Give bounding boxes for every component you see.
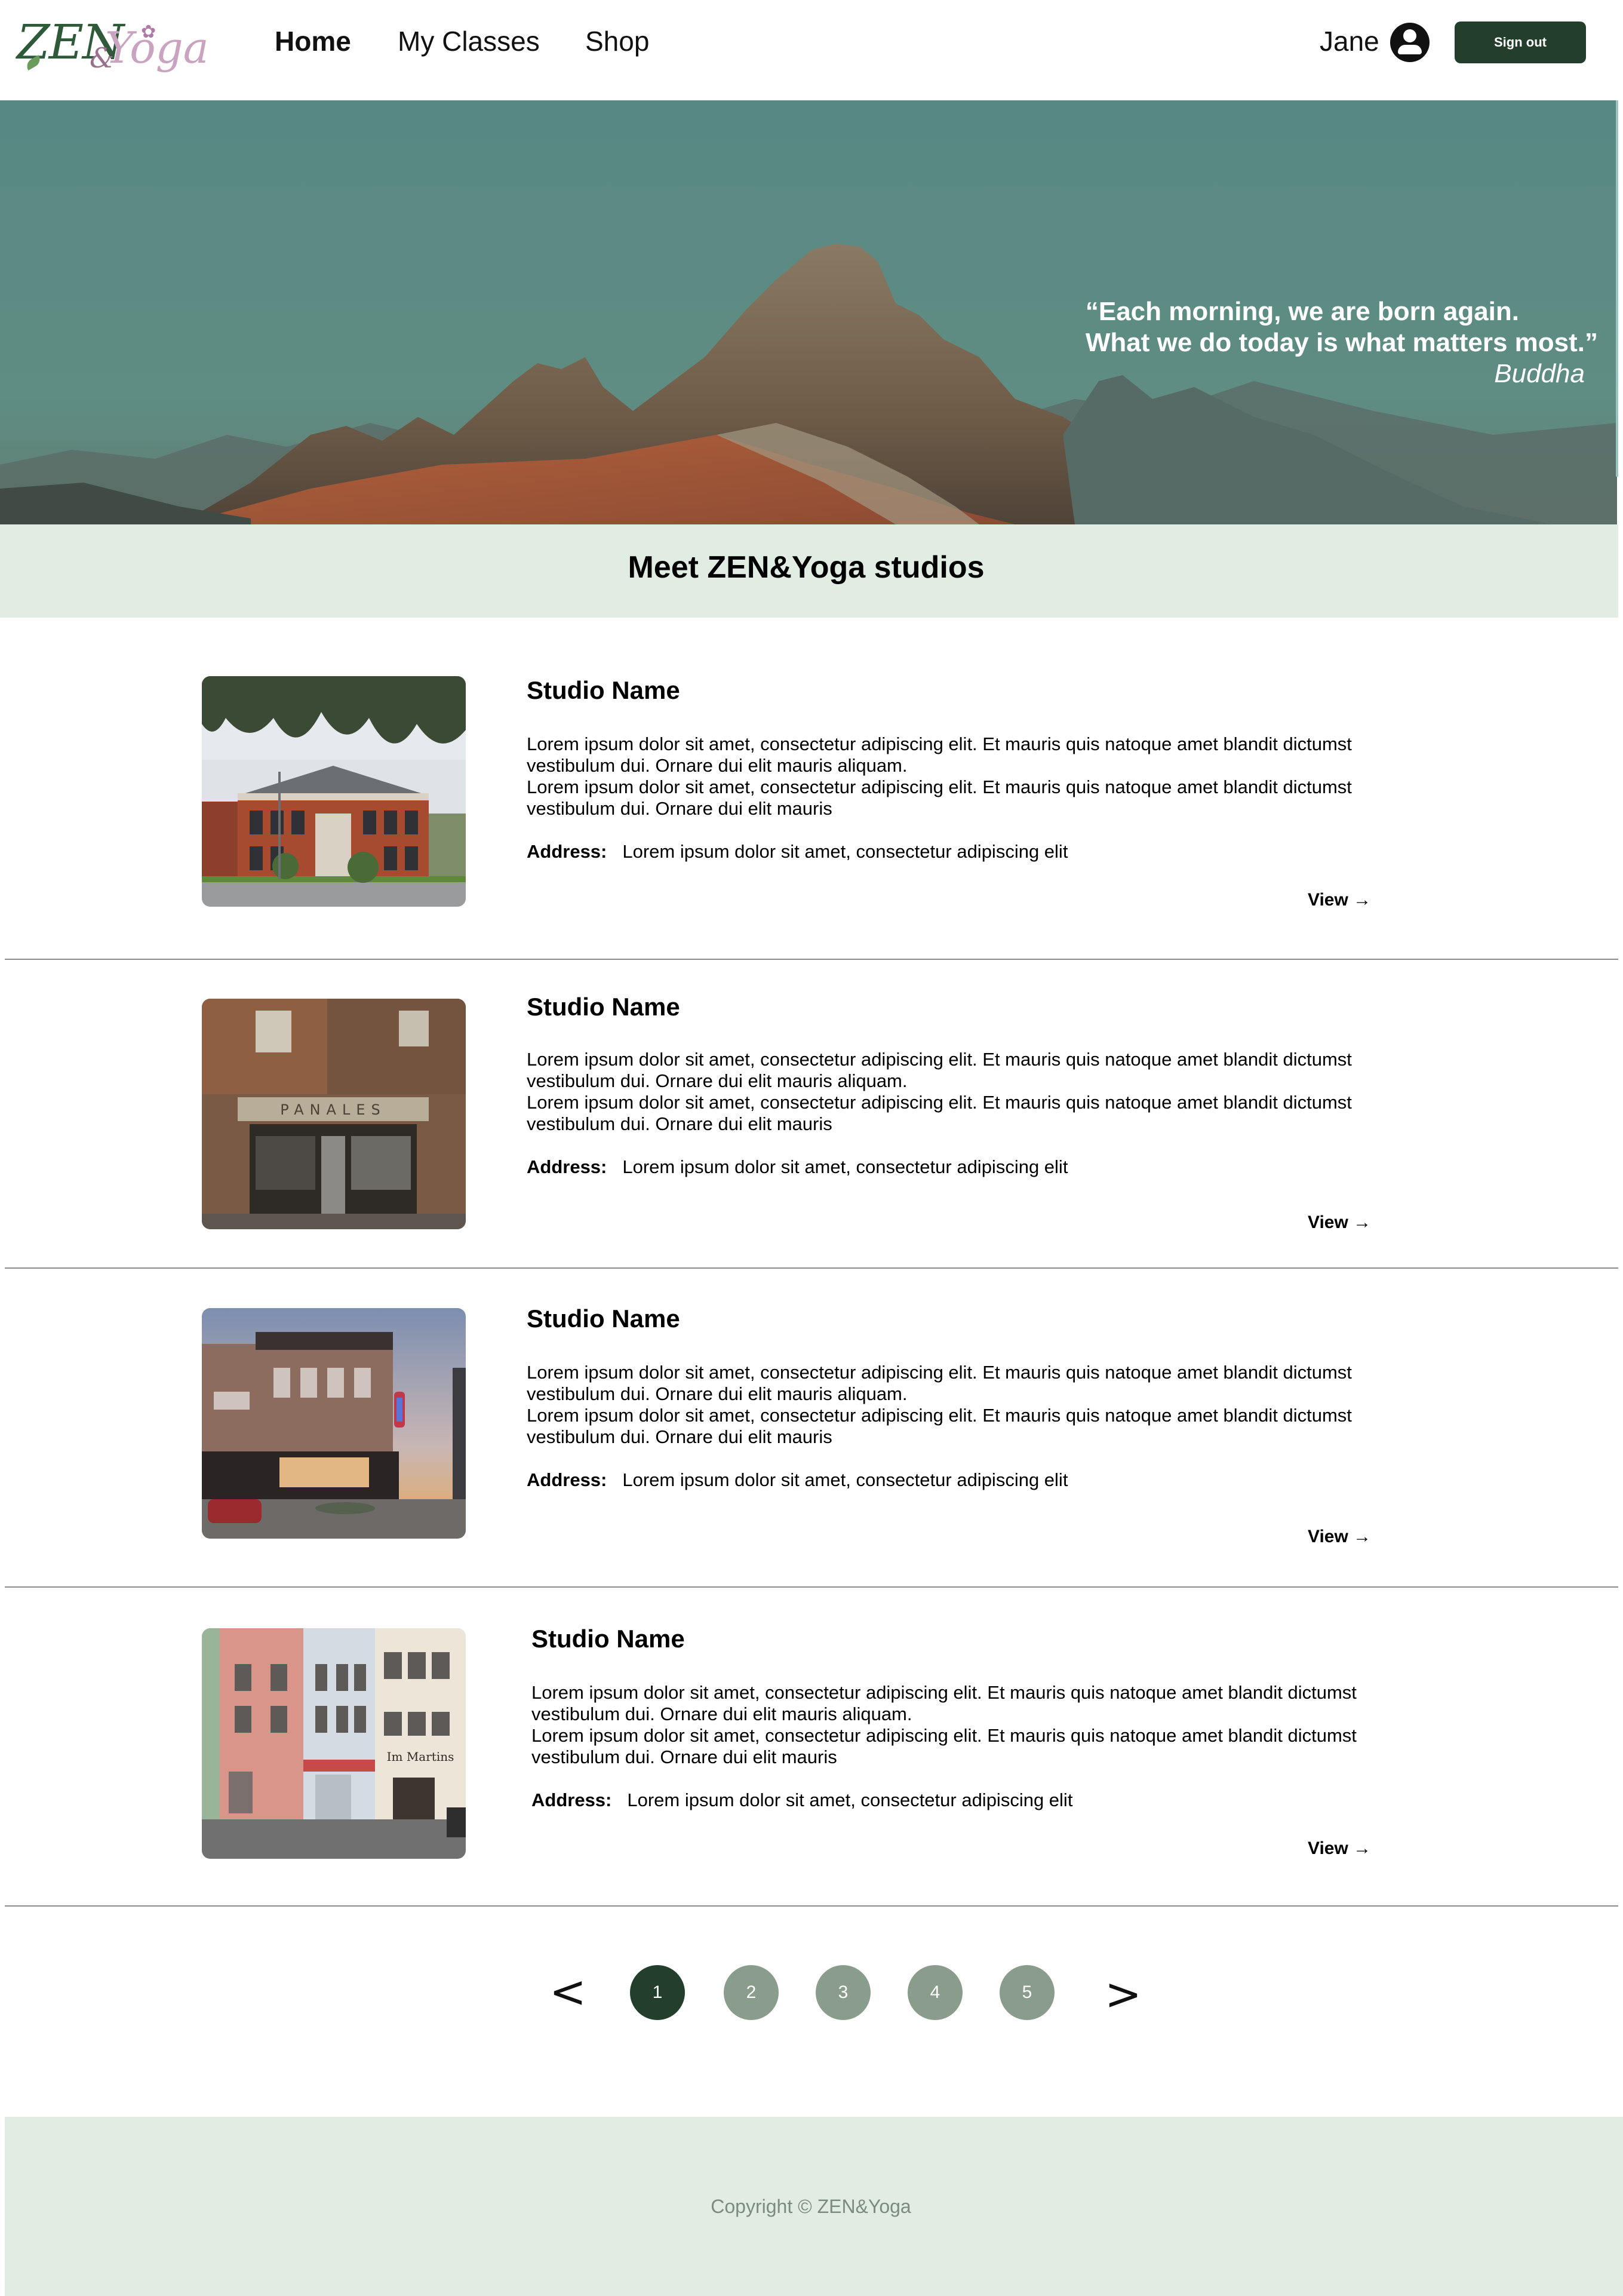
studio-description-2: Lorem ipsum dolor sit amet, consectetur … bbox=[527, 1092, 1352, 1134]
studio-image: PANALES bbox=[202, 999, 466, 1229]
quote-line-1: “Each morning, we are born again. bbox=[1085, 297, 1520, 326]
hero-quote: “Each morning, we are born again. What w… bbox=[1086, 296, 1598, 389]
studio-description: Lorem ipsum dolor sit amet, consectetur … bbox=[527, 733, 1375, 819]
nav-my-classes[interactable]: My Classes bbox=[398, 25, 540, 57]
divider bbox=[5, 959, 1618, 960]
studio-name: Studio Name bbox=[531, 1625, 685, 1653]
section-header: Meet ZEN&Yoga studios bbox=[0, 524, 1618, 618]
site-header: ZEN & Yoga ✿ Home My Classes Shop Jane S… bbox=[0, 0, 1623, 100]
studio-address: Address: Lorem ipsum dolor sit amet, cons… bbox=[527, 1469, 1068, 1491]
quote-author: Buddha bbox=[1494, 359, 1585, 388]
view-studio-link[interactable]: View → bbox=[1308, 890, 1371, 910]
page-4-button[interactable]: 4 bbox=[908, 1965, 963, 2020]
studio-description: Lorem ipsum dolor sit amet, consectetur … bbox=[531, 1682, 1379, 1768]
nav-shop[interactable]: Shop bbox=[585, 25, 649, 57]
user-name: Jane bbox=[1320, 26, 1379, 57]
divider bbox=[5, 1267, 1618, 1269]
studio-photo[interactable]: PANALES bbox=[202, 999, 466, 1229]
page-5-button[interactable]: 5 bbox=[1000, 1965, 1055, 2020]
address-value: Lorem ipsum dolor sit amet, consectetur … bbox=[622, 1469, 1068, 1490]
studio-image bbox=[202, 1308, 466, 1539]
view-studio-link[interactable]: View → bbox=[1308, 1838, 1371, 1859]
studio-name: Studio Name bbox=[527, 676, 680, 704]
sign-out-button[interactable]: Sign out bbox=[1455, 22, 1586, 63]
studio-description: Lorem ipsum dolor sit amet, consectetur … bbox=[527, 1049, 1375, 1135]
studio-description-1: Lorem ipsum dolor sit amet, consectetur … bbox=[527, 1362, 1352, 1404]
address-label: Address: bbox=[527, 1469, 607, 1490]
address-label: Address: bbox=[527, 1156, 607, 1177]
user-icon-head bbox=[1403, 29, 1416, 42]
studio-name: Studio Name bbox=[527, 993, 680, 1021]
address-value: Lorem ipsum dolor sit amet, consectetur … bbox=[627, 1789, 1073, 1810]
prev-page-button[interactable]: < bbox=[549, 1966, 586, 2018]
view-studio-link[interactable]: View → bbox=[1308, 1213, 1371, 1233]
address-label: Address: bbox=[531, 1789, 612, 1810]
studio-name: Studio Name bbox=[527, 1304, 680, 1333]
studio-image bbox=[202, 676, 466, 907]
shop-sign: Im Martins bbox=[387, 1749, 454, 1764]
site-footer: Copyright © ZEN&Yoga bbox=[5, 2117, 1623, 2296]
hero-edge bbox=[1616, 100, 1618, 477]
divider bbox=[5, 1905, 1618, 1907]
logo-yoga: Yoga bbox=[105, 23, 209, 73]
flower-icon: ✿ bbox=[141, 22, 156, 42]
studio-description-1: Lorem ipsum dolor sit amet, consectetur … bbox=[527, 733, 1352, 776]
studio-photo[interactable]: Im Martins bbox=[202, 1628, 466, 1859]
studio-address: Address: Lorem ipsum dolor sit amet, cons… bbox=[527, 1156, 1068, 1178]
studio-photo[interactable] bbox=[202, 676, 466, 907]
studio-address: Address: Lorem ipsum dolor sit amet, cons… bbox=[527, 841, 1068, 862]
studio-description-2: Lorem ipsum dolor sit amet, consectetur … bbox=[527, 1405, 1352, 1447]
address-label: Address: bbox=[527, 841, 607, 862]
studio-address: Address: Lorem ipsum dolor sit amet, cons… bbox=[531, 1789, 1072, 1811]
studio-photo[interactable] bbox=[202, 1308, 466, 1539]
nav-home[interactable]: Home bbox=[275, 25, 351, 57]
address-value: Lorem ipsum dolor sit amet, consectetur … bbox=[622, 1156, 1068, 1177]
address-value: Lorem ipsum dolor sit amet, consectetur … bbox=[622, 841, 1068, 862]
studio-description-2: Lorem ipsum dolor sit amet, consectetur … bbox=[531, 1725, 1357, 1767]
studio-description-1: Lorem ipsum dolor sit amet, consectetur … bbox=[531, 1682, 1357, 1724]
studio-description: Lorem ipsum dolor sit amet, consectetur … bbox=[527, 1362, 1375, 1448]
quote-line-2: What we do today is what matters most.” bbox=[1085, 328, 1598, 357]
next-page-button[interactable]: > bbox=[1105, 1969, 1142, 2020]
studio-image: Im Martins bbox=[202, 1628, 466, 1859]
page-2-button[interactable]: 2 bbox=[724, 1965, 779, 2020]
view-studio-link[interactable]: View → bbox=[1308, 1527, 1371, 1547]
studio-description-2: Lorem ipsum dolor sit amet, consectetur … bbox=[527, 776, 1352, 819]
page-3-button[interactable]: 3 bbox=[816, 1965, 871, 2020]
page-1-button[interactable]: 1 bbox=[630, 1965, 685, 2020]
copyright-text: Copyright © ZEN&Yoga bbox=[711, 2196, 911, 2217]
shop-sign: PANALES bbox=[280, 1101, 386, 1118]
brand-logo[interactable]: ZEN & Yoga ✿ bbox=[17, 14, 209, 74]
section-title: Meet ZEN&Yoga studios bbox=[628, 550, 985, 585]
user-circle-icon[interactable] bbox=[1390, 23, 1430, 62]
user-icon-body bbox=[1398, 45, 1422, 54]
divider bbox=[5, 1586, 1618, 1588]
studio-description-1: Lorem ipsum dolor sit amet, consectetur … bbox=[527, 1049, 1352, 1091]
